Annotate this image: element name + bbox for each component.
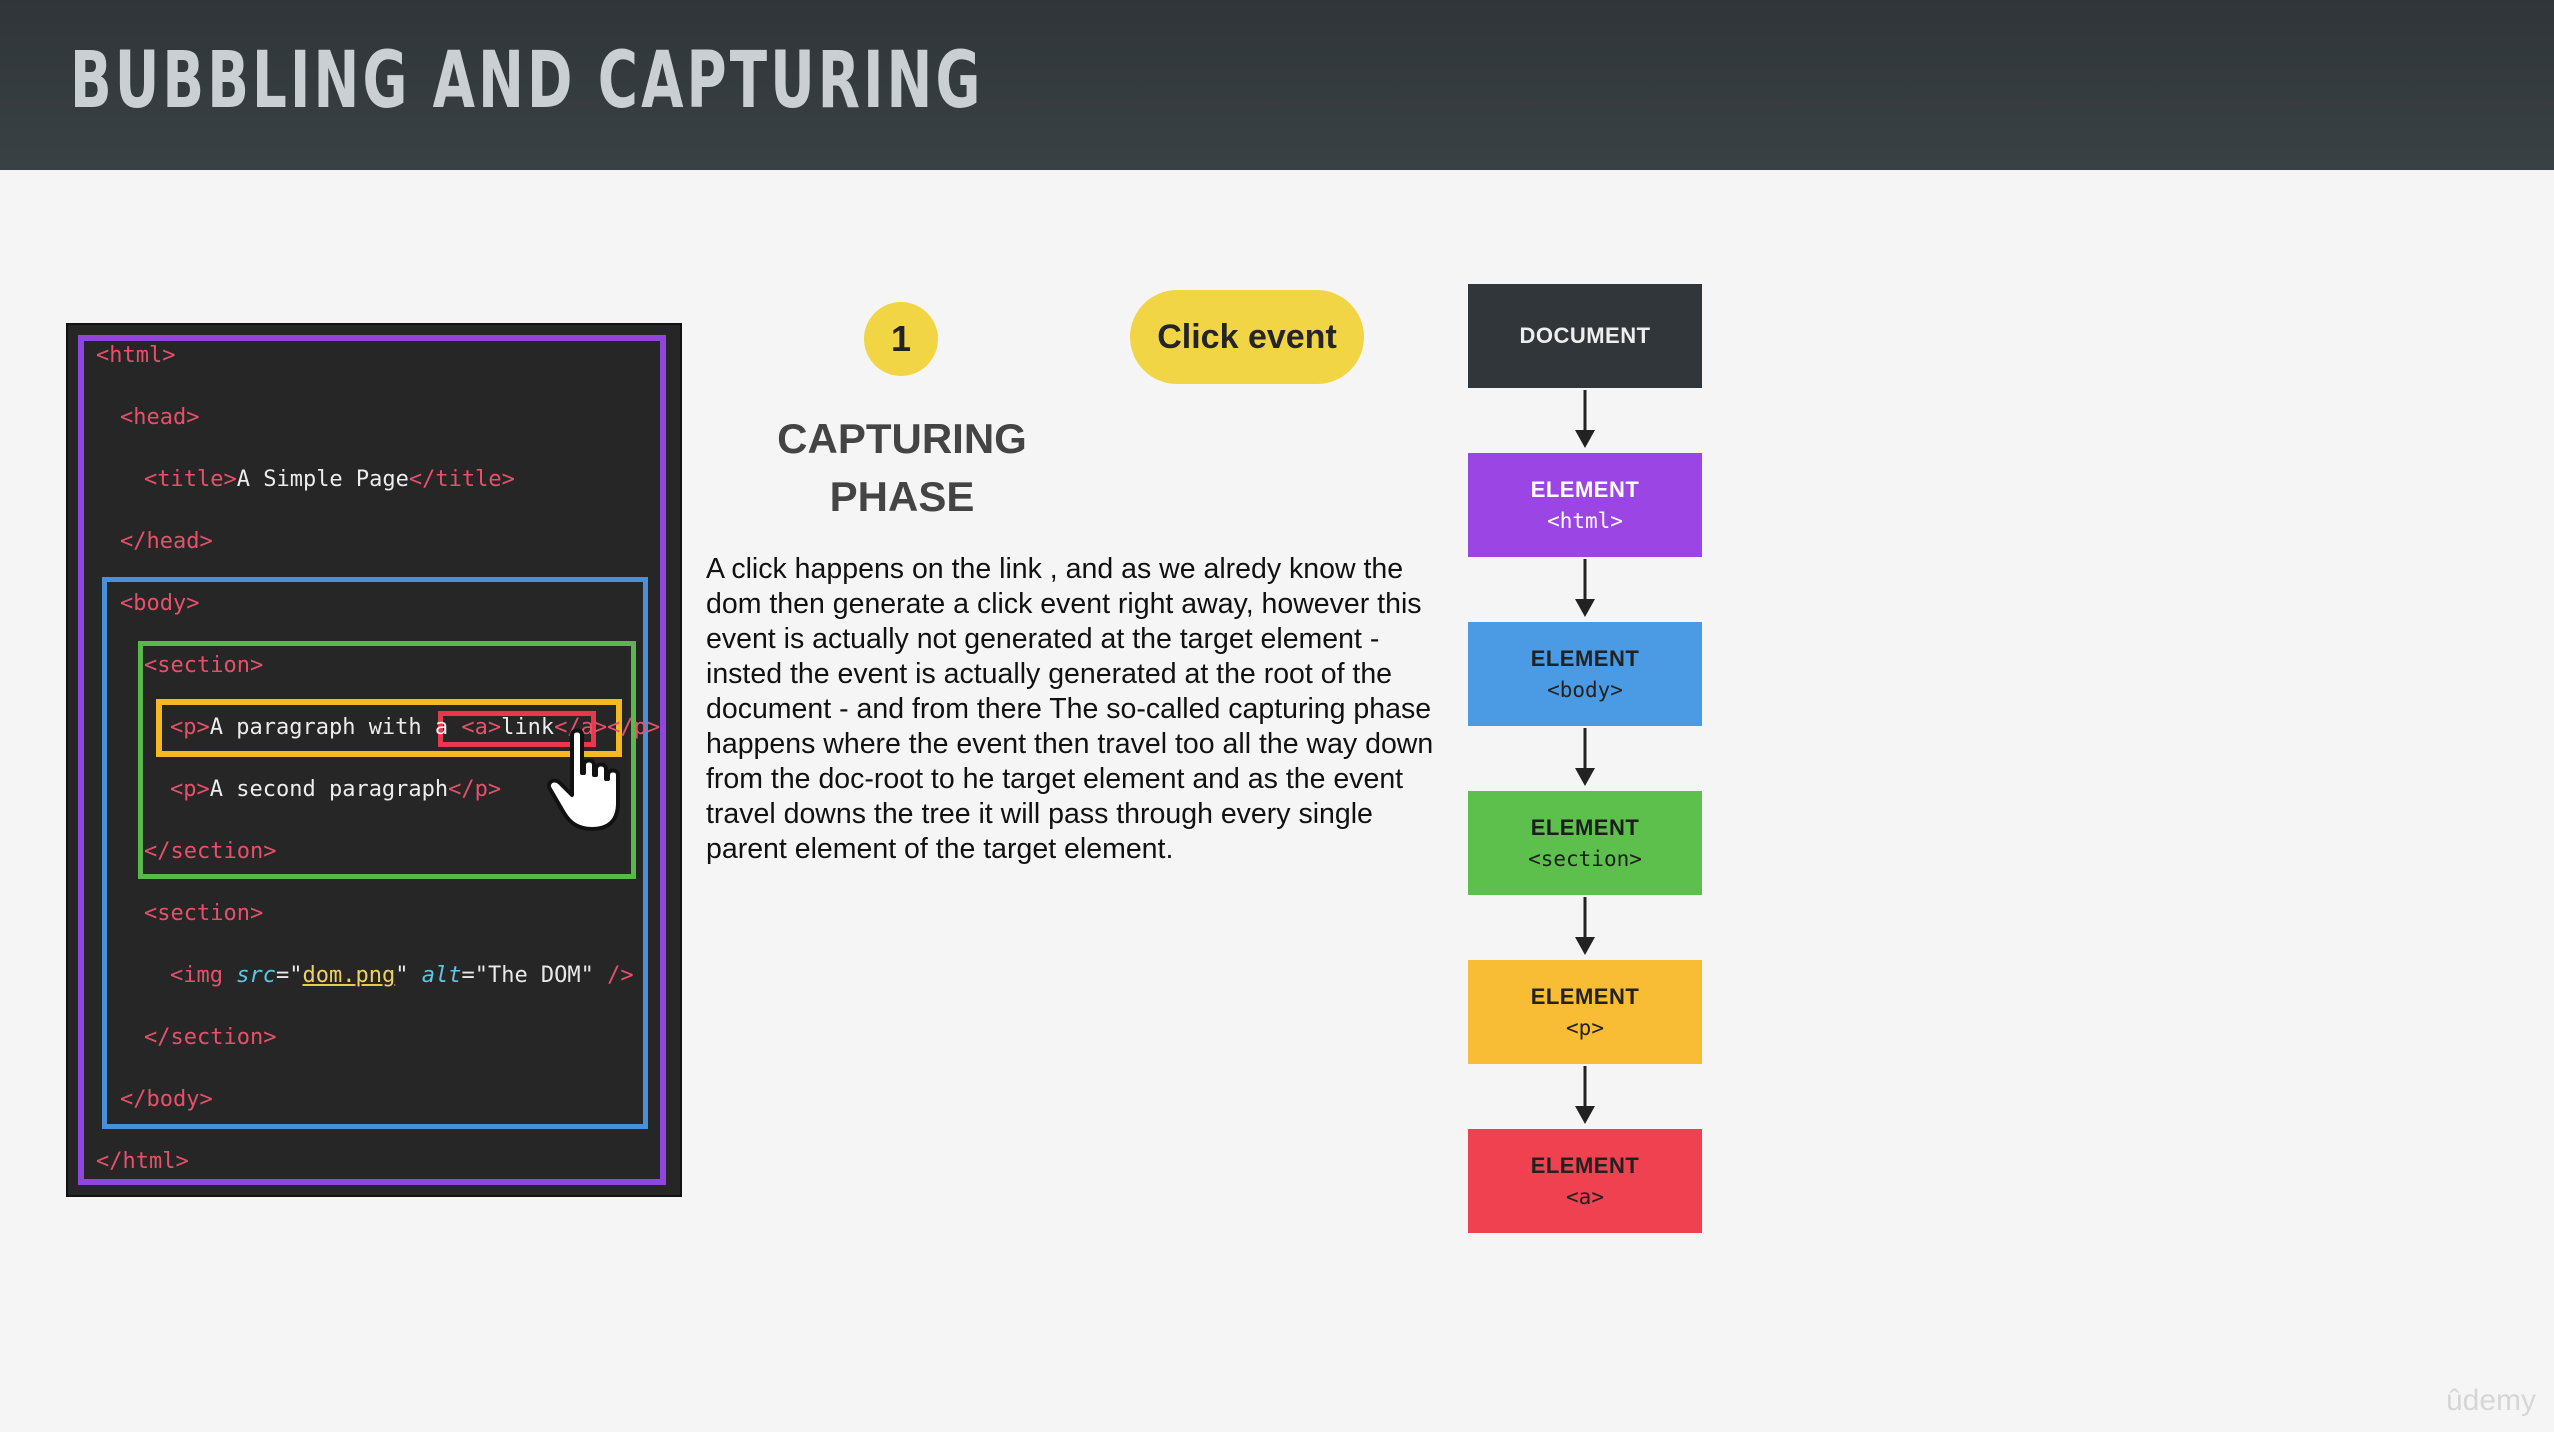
flow-node-tag: <body> bbox=[1547, 678, 1623, 702]
code-line: <section> bbox=[144, 901, 264, 926]
phase-description: A click happens on the link , and as we … bbox=[706, 553, 1434, 865]
udemy-watermark: ûdemy bbox=[2446, 1384, 2537, 1417]
flow-node-document: DOCUMENT bbox=[1468, 284, 1702, 388]
flow-node-body: ELEMENT <body> bbox=[1468, 622, 1702, 726]
code-line: <head> bbox=[120, 405, 200, 430]
flow-node-title: DOCUMENT bbox=[1519, 323, 1651, 348]
flow-node-tag: <html> bbox=[1547, 509, 1623, 533]
flow-node-title: ELEMENT bbox=[1530, 1153, 1640, 1178]
flow-node-title: ELEMENT bbox=[1530, 984, 1640, 1009]
flow-node-section: ELEMENT <section> bbox=[1468, 791, 1702, 895]
arrow-down-icon bbox=[1575, 897, 1595, 955]
phase-heading-line1: CAPTURING bbox=[777, 415, 1027, 462]
flow-node-a: ELEMENT <a> bbox=[1468, 1129, 1702, 1233]
code-line: <img src="dom.png" alt="The DOM" /> bbox=[170, 963, 634, 988]
code-line: <html> bbox=[96, 343, 176, 368]
code-panel: <html> <head> <title>A Simple Page</titl… bbox=[66, 323, 682, 1197]
hand-pointer-icon bbox=[547, 728, 620, 831]
click-event-badge: Click event bbox=[1130, 290, 1364, 384]
code-line: <title>A Simple Page</title> bbox=[144, 467, 515, 492]
flow-node-tag: <a> bbox=[1566, 1185, 1604, 1209]
phase-heading: CAPTURING PHASE bbox=[740, 410, 1064, 526]
arrow-down-icon bbox=[1575, 1066, 1595, 1124]
code-line: <p>A second paragraph</p> bbox=[170, 777, 502, 802]
flow-node-html: ELEMENT <html> bbox=[1468, 453, 1702, 557]
flow-node-title: ELEMENT bbox=[1530, 477, 1640, 502]
code-line: </html> bbox=[96, 1149, 189, 1174]
code-line: <section> bbox=[144, 653, 264, 678]
code-line: <body> bbox=[120, 591, 200, 616]
phase-heading-line2: PHASE bbox=[829, 473, 975, 520]
arrow-down-icon bbox=[1575, 728, 1595, 786]
flow-node-tag: <p> bbox=[1566, 1016, 1604, 1040]
header-bar: Bubbling and Capturing bbox=[0, 0, 2554, 170]
flow-node-title: ELEMENT bbox=[1530, 815, 1640, 840]
arrow-down-icon bbox=[1575, 559, 1595, 617]
arrow-down-icon bbox=[1575, 390, 1595, 448]
step-number-badge: 1 bbox=[864, 302, 938, 376]
flow-node-tag: <section> bbox=[1528, 847, 1642, 871]
code-line: </body> bbox=[120, 1087, 213, 1112]
flow-node-title: ELEMENT bbox=[1530, 646, 1640, 671]
flow-node-p: ELEMENT <p> bbox=[1468, 960, 1702, 1064]
code-line: </section> bbox=[144, 839, 277, 864]
slide-title: Bubbling and Capturing bbox=[70, 36, 984, 126]
code-line: </head> bbox=[120, 529, 213, 554]
code-line: </section> bbox=[144, 1025, 277, 1050]
